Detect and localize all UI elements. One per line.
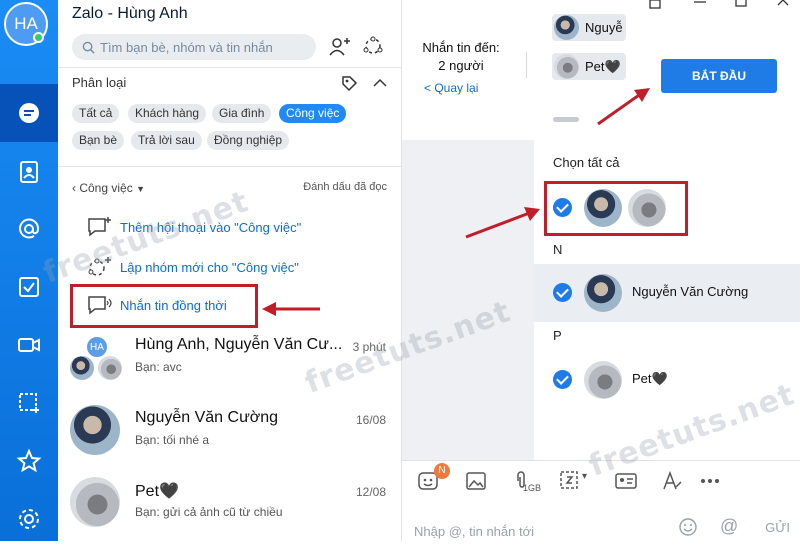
chip-name: Nguyễ — [585, 20, 623, 35]
checked-icon[interactable] — [553, 283, 572, 302]
settings-nav-button[interactable] — [0, 490, 58, 548]
file-limit: 1GB — [523, 483, 542, 493]
video-camera-icon — [18, 338, 40, 352]
filter-back-button[interactable]: ‹ Công việc ▼ — [72, 181, 145, 195]
contact-avatar — [584, 274, 622, 312]
chip-avatar — [554, 15, 579, 40]
recipient-label: Nhắn tin đến: 2 người — [417, 39, 505, 75]
recipient-header: Nhắn tin đến: 2 người < Quay lại Nguyễ P… — [402, 0, 800, 140]
category-tag[interactable]: Bạn bè — [72, 131, 125, 150]
divider — [58, 67, 402, 68]
category-tag[interactable]: Đồng nghiệp — [207, 131, 290, 150]
image-icon[interactable] — [464, 469, 488, 493]
conversation-name: Hùng Anh, Nguyễn Văn Cư... — [135, 336, 343, 353]
send-button[interactable]: GỬI — [765, 520, 790, 535]
start-button[interactable]: BẮT ĐẦU — [661, 59, 777, 93]
caret-down-icon[interactable]: ▾ — [582, 471, 587, 482]
category-tag[interactable]: Trả lời sau — [131, 131, 202, 150]
search-placeholder: Tìm bạn bè, nhóm và tin nhắn — [100, 39, 273, 55]
message-input[interactable]: Nhập @, tin nhắn tới — [414, 524, 534, 539]
conversation-time: 16/08 — [355, 413, 386, 427]
category-title: Phân loại — [72, 75, 127, 90]
more-icon[interactable] — [698, 469, 722, 493]
screenshot-nav-button[interactable] — [0, 374, 58, 432]
capture-icon — [19, 393, 39, 413]
lock-icon[interactable] — [643, 0, 667, 10]
contact-row[interactable]: Nguyễn Văn Cường — [534, 264, 800, 322]
category-tag[interactable]: Gia đình — [212, 104, 272, 123]
create-group-icon[interactable] — [361, 34, 385, 58]
group-letter: N — [553, 242, 563, 257]
conversation-item[interactable]: Nguyễn Văn Cường Bạn: tối nhé a 16/08 — [58, 405, 402, 471]
member-avatar — [70, 356, 94, 380]
add-friend-icon[interactable] — [328, 34, 352, 58]
conversation-name: Nguyễn Văn Cường — [135, 409, 279, 426]
star-icon — [16, 448, 42, 473]
conversation-preview: Bạn: tối nhé a — [135, 433, 210, 447]
chip-name: Pet🖤 — [585, 59, 621, 74]
text-format-icon[interactable] — [660, 469, 684, 493]
favorites-nav-button[interactable] — [0, 432, 58, 490]
contact-name: Pet🖤 — [632, 371, 668, 386]
close-icon[interactable] — [771, 0, 795, 10]
conversation-panel: Zalo - Hùng Anh Tìm bạn bè, nhóm và tin … — [58, 0, 402, 541]
gear-icon — [19, 509, 39, 529]
mention-icon[interactable]: @ — [720, 516, 738, 537]
conversation-item[interactable]: Pet🖤 Bạn: gửi cả ảnh cũ từ chiều 12/08 — [58, 477, 402, 543]
contacts-nav-button[interactable] — [0, 143, 58, 201]
screenshot-icon[interactable] — [558, 469, 582, 493]
member-avatar — [98, 356, 122, 380]
contact-avatar — [70, 405, 120, 455]
category-tag-active[interactable]: Công việc — [279, 104, 347, 123]
contact-avatar — [70, 477, 120, 527]
category-tag[interactable]: Tất cả — [72, 104, 120, 123]
contact-book-icon — [20, 161, 38, 183]
recipient-chip[interactable]: Nguyễ — [552, 14, 626, 41]
group-letter: P — [553, 328, 562, 343]
conversation-preview: Bạn: avc — [135, 360, 182, 374]
mentions-nav-button[interactable] — [0, 200, 58, 258]
maximize-icon[interactable] — [729, 0, 753, 10]
chip-avatar — [554, 54, 579, 79]
action-label: Lập nhóm mới cho "Công việc" — [120, 259, 299, 275]
divider — [58, 166, 402, 167]
online-indicator — [33, 32, 44, 43]
highlight-box — [544, 181, 688, 236]
app-title: Zalo - Hùng Anh — [72, 5, 188, 22]
mark-read-link[interactable]: Đánh dấu đã đọc — [303, 181, 387, 193]
divider — [526, 52, 527, 78]
at-sign-icon — [19, 218, 40, 239]
group-badge: HA — [86, 336, 108, 358]
messages-nav-button[interactable] — [0, 84, 58, 142]
chat-bubble-icon — [19, 103, 39, 123]
filter-label: Công việc — [79, 181, 133, 195]
recipient-chip[interactable]: Pet🖤 — [552, 53, 626, 80]
checkbox-icon — [19, 277, 39, 297]
to-label: Nhắn tin đến: — [422, 40, 500, 55]
conversation-preview: Bạn: gửi cả ảnh cũ từ chiều — [135, 505, 283, 519]
recipient-count: 2 người — [438, 58, 484, 73]
scroll-indicator — [553, 117, 579, 122]
conversation-time: 12/08 — [355, 485, 386, 499]
caret-down-icon: ▼ — [136, 184, 145, 194]
highlight-box — [70, 284, 258, 328]
back-link[interactable]: < Quay lại — [424, 81, 478, 95]
new-badge: N — [434, 463, 450, 479]
video-nav-button[interactable] — [0, 316, 58, 374]
contact-name: Nguyễn Văn Cường — [632, 284, 749, 299]
contact-avatar — [584, 361, 622, 399]
search-icon — [82, 41, 95, 54]
emoji-icon[interactable] — [678, 517, 698, 537]
select-all-label[interactable]: Chọn tất cả — [553, 155, 620, 170]
checked-icon[interactable] — [553, 370, 572, 389]
chevron-up-icon[interactable] — [372, 76, 388, 90]
category-tag[interactable]: Khách hàng — [128, 104, 207, 123]
search-input[interactable]: Tìm bạn bè, nhóm và tin nhắn — [72, 34, 316, 60]
tag-settings-icon[interactable] — [340, 74, 358, 92]
minimize-icon[interactable] — [688, 0, 712, 10]
conversation-name: Pet🖤 — [135, 483, 179, 500]
